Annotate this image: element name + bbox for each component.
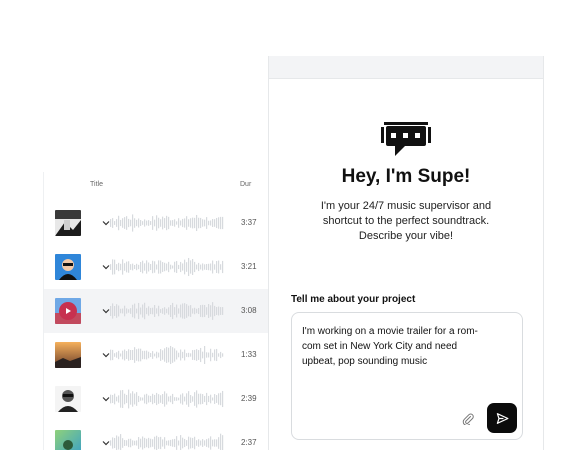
track-list-header: Title Dur	[44, 172, 269, 196]
intro-text: I'm your 24/7 music supervisor and short…	[299, 199, 513, 244]
play-button[interactable]	[59, 302, 77, 320]
greeting-heading: Hey, I'm Supe!	[341, 166, 471, 187]
input-line: upbeat, pop sounding music	[302, 356, 428, 367]
waveform[interactable]	[110, 301, 224, 321]
waveform[interactable]	[110, 213, 224, 233]
track-row[interactable]: 3:37	[44, 201, 269, 245]
waveform[interactable]	[110, 433, 224, 450]
track-duration: 3:21	[241, 262, 257, 271]
track-thumbnail[interactable]	[55, 298, 81, 324]
track-row[interactable]: 2:37	[44, 421, 269, 450]
send-icon	[496, 412, 508, 424]
track-row[interactable]: 3:21	[44, 245, 269, 289]
intro-line: shortcut to the perfect soundtrack.	[322, 215, 490, 227]
track-duration: 1:33	[241, 350, 257, 359]
intro-line: Describe your vibe!	[358, 230, 454, 242]
column-header-duration: Dur	[240, 181, 252, 188]
track-row[interactable]: 1:33	[44, 333, 269, 377]
play-icon	[66, 308, 71, 314]
column-header-title: Title	[90, 181, 103, 188]
send-button[interactable]	[487, 403, 517, 433]
waveform[interactable]	[110, 257, 224, 277]
waveform[interactable]	[110, 389, 224, 409]
project-description-input[interactable]: I'm working on a movie trailer for a rom…	[291, 312, 523, 440]
track-duration: 2:39	[241, 394, 257, 403]
project-prompt-label: Tell me about your project	[291, 294, 416, 305]
intro-line: I'm your 24/7 music supervisor and	[320, 200, 492, 212]
chat-bubble-robot-icon	[381, 122, 431, 156]
track-thumbnail[interactable]	[55, 386, 81, 412]
track-duration: 3:08	[241, 306, 257, 315]
chat-panel: Hey, I'm Supe! I'm your 24/7 music super…	[268, 56, 544, 450]
panel-top-bar	[269, 56, 543, 79]
waveform[interactable]	[110, 345, 224, 365]
input-line: com set in New York City and need	[302, 341, 458, 352]
track-list: Title Dur 3:37 3:21 3:08 1:33 2:39 2:37	[43, 172, 269, 450]
input-line: I'm working on a movie trailer for a rom…	[302, 326, 478, 337]
track-duration: 2:37	[241, 438, 257, 447]
track-thumbnail[interactable]	[55, 254, 81, 280]
track-row-active[interactable]: 3:08	[44, 289, 269, 333]
track-row[interactable]: 2:39	[44, 377, 269, 421]
track-thumbnail[interactable]	[55, 342, 81, 368]
track-duration: 3:37	[241, 218, 257, 227]
paperclip-icon[interactable]	[462, 413, 474, 425]
input-value[interactable]: I'm working on a movie trailer for a rom…	[302, 324, 497, 369]
track-thumbnail[interactable]	[55, 430, 81, 450]
track-thumbnail[interactable]	[55, 210, 81, 236]
